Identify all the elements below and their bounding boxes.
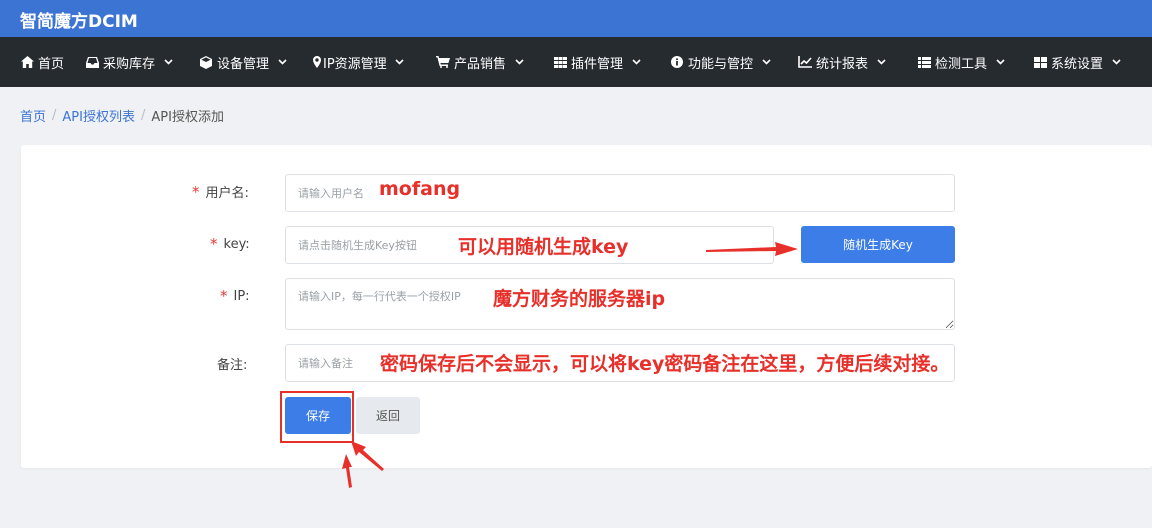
remark-input[interactable] <box>285 344 955 382</box>
generate-key-button[interactable]: 随机生成Key <box>801 226 955 263</box>
chevron-down-icon <box>395 57 405 67</box>
home-icon <box>20 55 34 69</box>
grid-icon <box>553 55 567 69</box>
app-header: 智简魔方DCIM <box>0 0 1152 37</box>
key-input[interactable] <box>285 226 774 264</box>
nav-item-label: IP资源管理 <box>323 56 387 72</box>
username-input[interactable] <box>285 174 955 212</box>
username-label: * 用户名: <box>192 182 249 202</box>
main-nav: 首页 采购库存 设备管理 IP资源管理 产品销售 插件管理 功能与管控 统计报表… <box>0 37 1152 87</box>
nav-item-label: 检测工具 <box>935 56 988 72</box>
list-icon <box>917 55 931 69</box>
nav-item-label: 插件管理 <box>571 56 624 72</box>
ip-textarea[interactable] <box>285 278 955 330</box>
chevron-down-icon <box>1111 57 1121 67</box>
cube-icon <box>199 55 213 69</box>
cart-icon <box>436 55 450 69</box>
breadcrumb-separator: / <box>140 108 146 123</box>
nav-item-detection-tools[interactable]: 检测工具 <box>917 37 1005 87</box>
back-button[interactable]: 返回 <box>356 397 420 434</box>
required-mark: * <box>210 235 218 253</box>
breadcrumb-api-list[interactable]: API授权列表 <box>62 106 135 125</box>
nav-item-product-sales[interactable]: 产品销售 <box>436 37 524 87</box>
breadcrumb-separator: / <box>52 108 57 123</box>
breadcrumb-home[interactable]: 首页 <box>20 106 46 125</box>
breadcrumb: 首页 / API授权列表 / API授权添加 <box>20 106 224 125</box>
save-button[interactable]: 保存 <box>285 397 351 434</box>
inbox-icon <box>85 55 99 69</box>
breadcrumb-current: API授权添加 <box>151 110 224 125</box>
nav-item-label: 采购库存 <box>103 56 156 72</box>
app-title: 智简魔方DCIM <box>20 12 138 32</box>
chevron-down-icon <box>876 57 886 67</box>
th-icon <box>1033 55 1047 69</box>
nav-item-label: 系统设置 <box>1051 56 1104 72</box>
nav-item-label: 功能与管控 <box>688 56 754 72</box>
nav-item-reports[interactable]: 统计报表 <box>798 37 886 87</box>
chevron-down-icon <box>163 57 173 67</box>
required-mark: * <box>220 287 228 305</box>
chevron-down-icon <box>761 57 771 67</box>
nav-item-features-control[interactable]: 功能与管控 <box>670 37 771 87</box>
key-label: * key: <box>210 235 250 253</box>
line-chart-icon <box>798 55 812 69</box>
ip-label: * IP: <box>220 287 250 305</box>
nav-item-home[interactable]: 首页 <box>20 37 64 87</box>
chevron-down-icon <box>631 57 641 67</box>
nav-item-label: 统计报表 <box>816 56 869 72</box>
info-icon <box>670 55 684 69</box>
chevron-down-icon <box>514 57 524 67</box>
nav-item-device-management[interactable]: 设备管理 <box>199 37 287 87</box>
nav-item-plugin-management[interactable]: 插件管理 <box>553 37 641 87</box>
nav-item-label: 首页 <box>38 56 65 72</box>
nav-item-purchase-stock[interactable]: 采购库存 <box>85 37 173 87</box>
chevron-down-icon <box>277 57 287 67</box>
nav-item-label: 设备管理 <box>217 56 270 72</box>
nav-item-ip-resources[interactable]: IP资源管理 <box>312 37 405 87</box>
chevron-down-icon <box>995 57 1005 67</box>
required-mark: * <box>192 182 200 201</box>
map-marker-icon <box>312 55 321 69</box>
remark-label: 备注: <box>217 358 248 373</box>
nav-item-label: 产品销售 <box>454 56 507 72</box>
nav-item-system-settings[interactable]: 系统设置 <box>1033 37 1121 87</box>
